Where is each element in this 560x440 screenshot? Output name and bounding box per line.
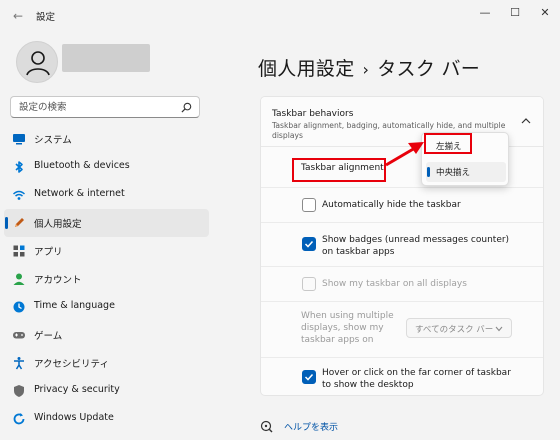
help-label: ヘルプを表示 bbox=[284, 423, 339, 433]
annotation-arrow bbox=[385, 142, 424, 167]
help-icon bbox=[260, 420, 273, 433]
